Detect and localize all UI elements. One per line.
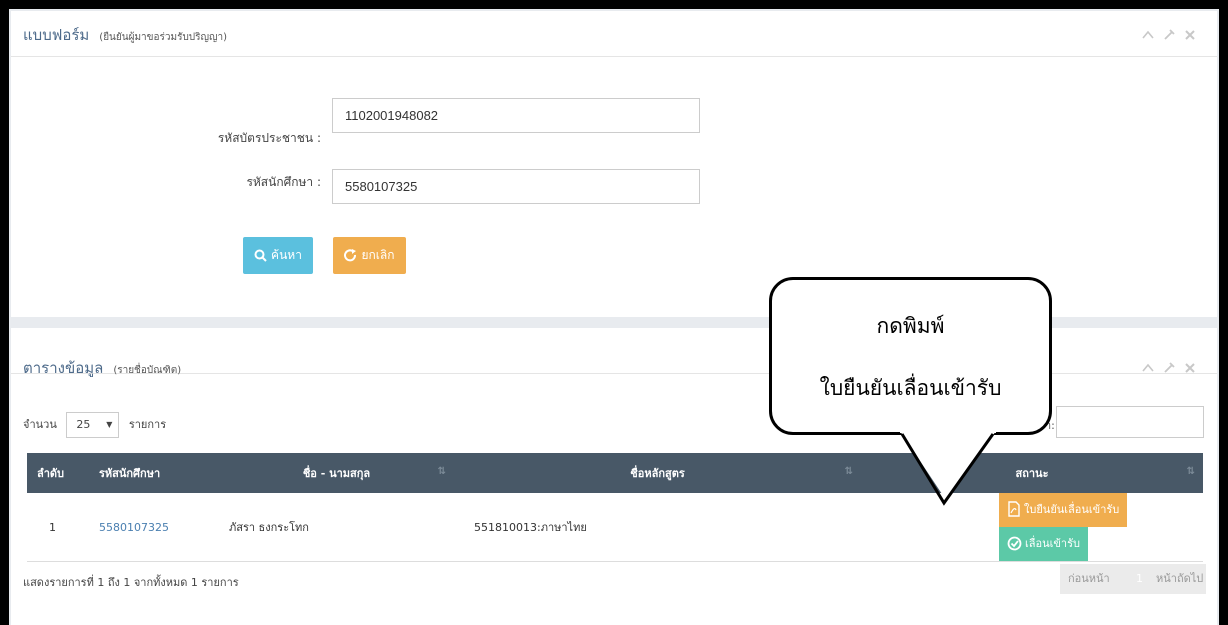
callout-line2: ใบยืนยันเลื่อนเข้ารับ (819, 376, 1002, 400)
callout-line1: กดพิมพ์ (876, 314, 945, 338)
